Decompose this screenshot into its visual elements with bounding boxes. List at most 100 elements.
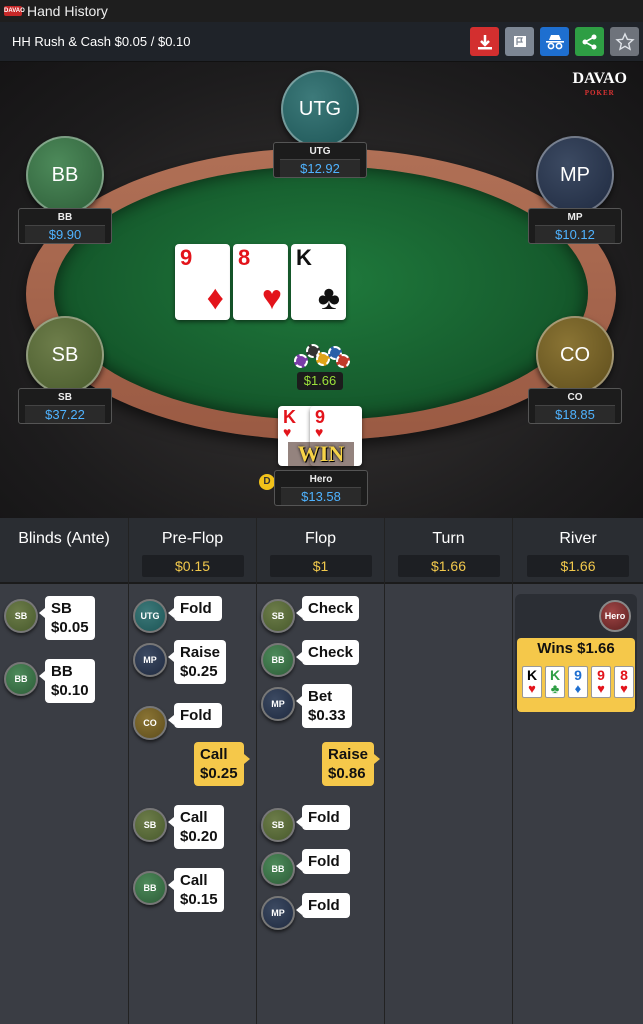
street-actions-panel: Blinds (Ante) SB SB $0.05 BB BB $0.10 Pr…: [0, 518, 643, 1024]
action-bubble: Fold: [296, 849, 350, 874]
showdown-card: K ♥: [522, 666, 542, 698]
card-suit: ♥: [315, 424, 324, 440]
player-badge: BB: [133, 871, 167, 905]
seat-avatar: MP: [536, 136, 614, 214]
street-pot: $1.66: [397, 555, 500, 577]
action-bubble: Fold: [296, 893, 350, 918]
seat-name: CO: [567, 392, 583, 403]
seat-sb[interactable]: SB SB $37.22: [18, 316, 112, 424]
share-icon: [582, 34, 596, 49]
action-label: Call: [180, 872, 208, 889]
star-icon: [614, 31, 635, 51]
card-rank: K: [526, 667, 538, 683]
player-badge: SB: [4, 599, 38, 633]
seat-name: UTG: [309, 146, 331, 157]
action-label: BB: [51, 663, 73, 680]
action-bubble: Call $0.20: [168, 805, 224, 849]
pot-chips-icon: [292, 340, 350, 372]
win-text: Wins $1.66: [537, 640, 615, 657]
action-amount: $0.10: [51, 682, 89, 699]
street-title: River: [559, 530, 597, 547]
player-badge: SB: [261, 599, 295, 633]
street-header: Blinds (Ante): [0, 518, 128, 584]
seat-avatar: SB: [26, 316, 104, 394]
column-turn: Turn $1.66: [385, 518, 513, 1024]
seat-utg[interactable]: UTG UTG $12.92: [273, 70, 367, 178]
seat-name: MP: [567, 212, 583, 223]
showdown-card: 9 ♦: [568, 666, 588, 698]
window-title: Hand History: [27, 3, 108, 19]
card-suit: ♥: [528, 681, 536, 696]
action-label: Fold: [180, 707, 212, 724]
action-bubble: Fold: [296, 805, 350, 830]
card-suit: ♥: [620, 681, 628, 696]
seat-avatar: CO: [536, 316, 614, 394]
card-rank: 8: [238, 245, 251, 270]
player-badge: BB: [261, 643, 295, 677]
board-card: 9 ♦: [175, 244, 230, 320]
card-rank: 8: [620, 667, 628, 683]
action-label: Check: [308, 600, 354, 617]
seat-bb[interactable]: BB BB $9.90: [18, 136, 112, 244]
win-badge: WIN: [288, 442, 354, 466]
action-amount: $0.25: [200, 765, 238, 782]
incognito-button[interactable]: [540, 27, 569, 56]
board-card: K ♣: [291, 244, 346, 320]
street-pot: $1: [269, 555, 372, 577]
street-header: River $1.66: [513, 518, 643, 584]
player-badge: MP: [261, 687, 295, 721]
pot-amount: $1.66: [297, 372, 343, 390]
share-button[interactable]: [575, 27, 604, 56]
seat-plate: Hero $13.58: [274, 470, 368, 506]
card-rank: K: [549, 667, 561, 683]
card-rank: 9: [597, 667, 605, 683]
street-header: Flop $1: [257, 518, 384, 584]
action-amount: $0.33: [308, 707, 346, 724]
showdown-panel: Hero Wins $1.66 K ♥ K ♣ 9 ♦ 9 ♥ 8 ♥: [515, 594, 637, 712]
seat-stack: $13.58: [281, 487, 361, 505]
card-suit: ♦: [206, 279, 224, 317]
seat-avatar: BB: [26, 136, 104, 214]
action-bubble: Bet $0.33: [296, 684, 352, 728]
flag-button[interactable]: [505, 27, 534, 56]
flag-icon: [513, 35, 526, 47]
seat-stack: $18.85: [535, 405, 615, 423]
player-badge: BB: [261, 852, 295, 886]
download-icon: [477, 34, 492, 49]
street-actions: SB Check BB Check MP Bet $0.33 Raise $0.…: [257, 584, 384, 1024]
showdown-card: K ♣: [545, 666, 565, 698]
action-bubble: Check: [295, 640, 360, 665]
brand-logo: DAVAO POKER: [572, 70, 627, 100]
card-rank: K: [296, 245, 312, 270]
hero-badge: Hero: [599, 600, 631, 632]
column-blinds: Blinds (Ante) SB SB $0.05 BB BB $0.10: [0, 518, 129, 1024]
brand-name: DAVAO: [572, 70, 627, 87]
seat-name: SB: [58, 392, 72, 403]
download-button[interactable]: [470, 27, 499, 56]
seat-stack: $12.92: [280, 159, 360, 177]
showdown-card: 9 ♥: [591, 666, 611, 698]
action-bubble: Check: [295, 596, 360, 621]
seat-hero[interactable]: Hero $13.58: [274, 470, 368, 506]
seat-plate: CO $18.85: [528, 388, 622, 424]
action-label: Fold: [180, 600, 212, 617]
action-bubble: SB $0.05: [39, 596, 95, 640]
action-bubble: Raise $0.86: [322, 742, 381, 786]
seat-stack: $37.22: [25, 405, 105, 423]
favorite-button[interactable]: [610, 27, 639, 56]
card-suit: ♥: [261, 279, 282, 317]
street-header: Turn $1.66: [385, 518, 512, 584]
action-amount: $0.05: [51, 619, 89, 636]
seat-stack: $9.90: [25, 225, 105, 243]
street-title: Blinds (Ante): [18, 530, 110, 547]
street-pot: $0.15: [141, 555, 244, 577]
seat-plate: MP $10.12: [528, 208, 622, 244]
seat-mp[interactable]: MP MP $10.12: [528, 136, 622, 244]
seat-co[interactable]: CO CO $18.85: [528, 316, 622, 424]
action-label: Call: [180, 809, 208, 826]
seat-avatar: UTG: [281, 70, 359, 148]
action-bubble: Call $0.15: [168, 868, 224, 912]
action-label: Bet: [308, 688, 333, 705]
action-label: Check: [308, 644, 354, 661]
board-card: 8 ♥: [233, 244, 288, 320]
